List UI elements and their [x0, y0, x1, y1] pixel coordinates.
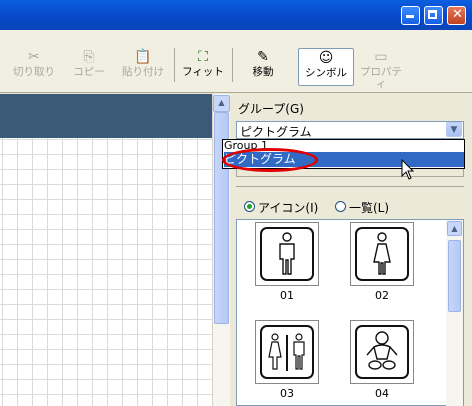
- close-button[interactable]: ✕: [447, 6, 466, 25]
- cut-button[interactable]: ✂ 切り取り: [8, 48, 60, 84]
- symbol-tile[interactable]: [255, 320, 319, 384]
- paste-button[interactable]: 📋 貼り付け: [116, 48, 170, 84]
- copy-label: コピー: [73, 66, 105, 78]
- paste-label: 貼り付け: [122, 66, 164, 78]
- symbol-tile[interactable]: [350, 222, 414, 286]
- radio-selected-dot: [247, 204, 252, 209]
- baby-pictogram-icon: [355, 325, 409, 379]
- clipboard-icon: 📋: [134, 49, 152, 65]
- red-highlight-ellipse: [222, 148, 318, 172]
- minimize-button[interactable]: [401, 6, 420, 25]
- copy-button[interactable]: ⎘ コピー: [64, 48, 114, 84]
- symbol-label: シンボル: [305, 67, 347, 79]
- copy-icon: ⎘: [83, 49, 95, 65]
- symbol-tile-label: 02: [375, 289, 389, 302]
- panel-divider: [236, 186, 464, 187]
- properties-icon: ▭: [374, 49, 388, 65]
- toolbar-separator: [232, 48, 233, 82]
- person-icon: ☺: [318, 50, 334, 66]
- move-button[interactable]: ✎ 移動: [240, 48, 286, 84]
- symbol-tile-label: 01: [280, 289, 294, 302]
- properties-label: プロパティ: [360, 66, 402, 90]
- list-view-label: 一覧(L): [349, 201, 390, 215]
- list-view-radio[interactable]: [335, 201, 346, 212]
- cut-label: 切り取り: [13, 66, 55, 78]
- man-pictogram-icon: [260, 227, 314, 281]
- symbol-tile[interactable]: [255, 222, 319, 286]
- fit-icon: ⛶: [198, 49, 208, 65]
- toolbar-separator: [174, 48, 175, 82]
- fit-label: フィット: [182, 66, 224, 78]
- drawing-canvas[interactable]: [0, 94, 212, 406]
- chevron-down-icon[interactable]: ▼: [446, 122, 462, 137]
- scissors-icon: ✂: [28, 49, 40, 65]
- symbol-tile-label: 03: [280, 387, 294, 400]
- fit-button[interactable]: ⛶ フィット: [180, 48, 226, 84]
- symbol-button[interactable]: ☺ シンボル: [298, 48, 354, 86]
- symbol-tile-label: 04: [375, 387, 389, 400]
- scroll-up-arrow-icon[interactable]: ▲: [447, 221, 462, 236]
- move-icon: ✎: [257, 49, 269, 65]
- icon-list-scroll-thumb[interactable]: [448, 240, 461, 312]
- group-select-value: ピクトグラム: [240, 125, 312, 139]
- mouse-cursor-icon: [401, 159, 415, 180]
- move-label: 移動: [252, 66, 274, 78]
- woman-pictogram-icon: [355, 227, 409, 281]
- restroom-pictogram-icon: [260, 325, 314, 379]
- symbol-tile[interactable]: [350, 320, 414, 384]
- maximize-button[interactable]: [424, 6, 443, 25]
- group-label: グループ(G): [238, 102, 304, 116]
- scroll-up-arrow-icon[interactable]: ▲: [213, 95, 230, 112]
- icon-view-label: アイコン(I): [258, 201, 319, 215]
- canvas-header-band: [0, 94, 212, 138]
- properties-button[interactable]: ▭ プロパティ: [356, 48, 406, 90]
